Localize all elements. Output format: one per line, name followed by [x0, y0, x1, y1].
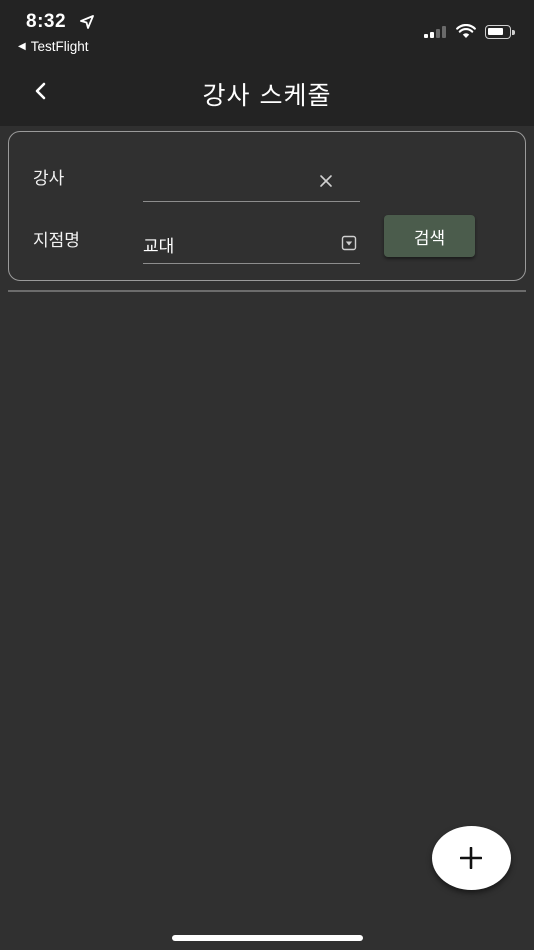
status-time: 8:32 [26, 11, 67, 32]
battery-icon [485, 25, 515, 39]
instructor-label: 강사 [33, 169, 65, 189]
wifi-icon [456, 24, 476, 38]
app-bar: 강사 스케줄 [0, 58, 534, 126]
add-schedule-button[interactable] [432, 826, 511, 890]
plus-icon [460, 847, 482, 869]
back-triangle-icon: ◀ [18, 41, 26, 52]
back-app-label: TestFlight [30, 39, 89, 54]
branch-select[interactable]: 교대 [143, 224, 360, 264]
dropdown-icon[interactable] [341, 235, 357, 251]
location-arrow-icon [80, 15, 94, 29]
home-indicator [172, 935, 363, 941]
page-title: 강사 스케줄 [202, 81, 332, 110]
back-to-app-link[interactable]: ◀ TestFlight [18, 39, 88, 54]
close-icon[interactable] [319, 174, 333, 188]
branch-label: 지점명 [33, 231, 80, 251]
status-bar: 8:32 ◀ TestFlight [0, 0, 534, 58]
divider [8, 290, 526, 292]
signal-icon [424, 26, 446, 38]
instructor-input[interactable] [143, 162, 360, 202]
search-button[interactable]: 검색 [384, 215, 475, 257]
branch-select-value: 교대 [143, 237, 175, 257]
search-filter-card: 강사 지점명 교대 검색 [8, 131, 526, 281]
